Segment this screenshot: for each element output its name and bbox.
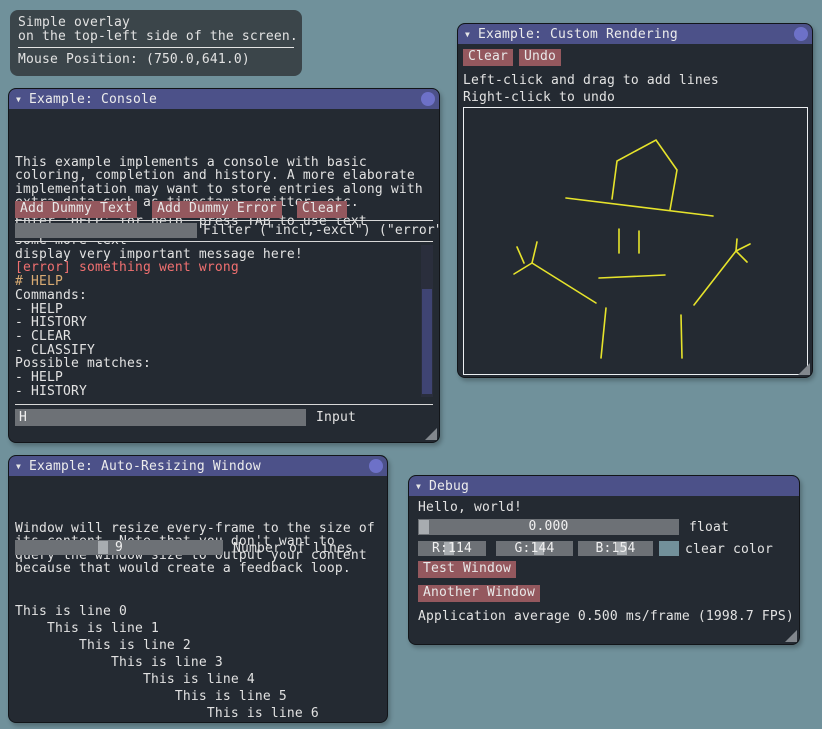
separator xyxy=(15,404,433,405)
log-line: - HISTORY xyxy=(15,316,419,330)
list-item: This is line 3 xyxy=(15,654,383,671)
log-line: - CLASSIFY xyxy=(15,344,419,358)
list-item: This is line 7 xyxy=(15,722,383,723)
list-item: This is line 0 xyxy=(15,603,383,620)
custom-rendering-window: ▼ Example: Custom Rendering Clear Undo L… xyxy=(457,23,813,378)
debug-titlebar[interactable]: ▼ Debug xyxy=(409,476,799,496)
log-line: - HISTORY xyxy=(15,385,419,399)
log-line: Commands: xyxy=(15,289,419,303)
resize-grip[interactable] xyxy=(785,630,797,642)
auto-resizing-window: ▼ Example: Auto-Resizing Window Window w… xyxy=(8,455,388,723)
scrollbar-thumb[interactable] xyxy=(422,289,432,394)
close-button[interactable] xyxy=(794,27,808,41)
log-line: [error] something went wrong xyxy=(15,261,419,275)
clear-color-label: clear color xyxy=(685,543,773,557)
clear-button[interactable]: Clear xyxy=(463,49,513,66)
float-slider[interactable]: 0.000 xyxy=(418,519,679,535)
red-slider[interactable]: R:114 xyxy=(418,541,486,556)
drawing-canvas[interactable] xyxy=(463,107,808,375)
collapse-arrow-icon[interactable]: ▼ xyxy=(16,462,21,471)
console-button-row: Add Dummy Text Add Dummy Error Clear xyxy=(15,201,354,218)
greeting-text: Hello, world! xyxy=(418,501,522,515)
mouse-position-text: Mouse Position: (750.0,641.0) xyxy=(18,53,294,67)
console-window: ▼ Example: Console This example implemen… xyxy=(8,88,440,443)
green-slider[interactable]: G:144 xyxy=(496,541,573,556)
number-of-lines-slider[interactable]: 9 xyxy=(15,540,223,555)
separator xyxy=(18,47,294,48)
console-scrollbar[interactable] xyxy=(421,245,433,397)
log-line: Possible matches: xyxy=(15,357,419,371)
another-window-button[interactable]: Another Window xyxy=(418,585,540,602)
close-button[interactable] xyxy=(421,92,435,106)
overlay-text-line: Simple overlay xyxy=(18,16,294,30)
line-list: This is line 0 This is line 1 This is li… xyxy=(15,562,383,723)
separator xyxy=(15,220,433,221)
collapse-arrow-icon[interactable]: ▼ xyxy=(465,30,470,39)
console-titlebar[interactable]: ▼ Example: Console xyxy=(9,89,439,109)
list-item: This is line 4 xyxy=(15,671,383,688)
slider-label: Number of lines xyxy=(233,542,353,556)
test-window-button[interactable]: Test Window xyxy=(418,561,516,578)
blue-slider[interactable]: B:154 xyxy=(578,541,653,556)
add-dummy-text-button[interactable]: Add Dummy Text xyxy=(15,201,137,218)
window-title: Example: Auto-Resizing Window xyxy=(29,459,261,474)
list-item: This is line 6 xyxy=(15,705,383,722)
resize-grip[interactable] xyxy=(798,363,810,375)
collapse-arrow-icon[interactable]: ▼ xyxy=(416,482,421,491)
log-line: # HELP xyxy=(15,275,419,289)
close-button[interactable] xyxy=(369,459,383,473)
log-line: - CLEAR xyxy=(15,330,419,344)
window-title: Example: Console xyxy=(29,92,157,107)
instruction-text: Right-click to undo xyxy=(463,91,615,105)
window-title: Debug xyxy=(429,479,469,494)
clear-color-swatch[interactable] xyxy=(659,541,679,556)
drawing-svg xyxy=(464,108,807,374)
filter-label: Filter ("incl,-excl") ("error" xyxy=(203,224,440,238)
auto-resizing-titlebar[interactable]: ▼ Example: Auto-Resizing Window xyxy=(9,456,387,476)
float-slider-label: float xyxy=(689,521,729,535)
debug-window: ▼ Debug Hello, world! 0.000 float R:114 … xyxy=(408,475,800,645)
stats-text: Application average 0.500 ms/frame (1998… xyxy=(418,610,794,624)
log-line: display very important message here! xyxy=(15,248,419,262)
list-item: This is line 5 xyxy=(15,688,383,705)
clear-button[interactable]: Clear xyxy=(297,201,347,218)
add-dummy-error-button[interactable]: Add Dummy Error xyxy=(152,201,282,218)
overlay-text-line: on the top-left side of the screen. xyxy=(18,30,294,44)
input-label: Input xyxy=(316,411,356,425)
simple-overlay: Simple overlay on the top-left side of t… xyxy=(10,10,302,76)
list-item: This is line 1 xyxy=(15,620,383,637)
window-title: Example: Custom Rendering xyxy=(478,27,678,42)
custom-rendering-titlebar[interactable]: ▼ Example: Custom Rendering xyxy=(458,24,812,44)
collapse-arrow-icon[interactable]: ▼ xyxy=(16,95,21,104)
filter-input[interactable] xyxy=(15,223,197,238)
list-item: This is line 2 xyxy=(15,637,383,654)
resize-grip[interactable] xyxy=(425,428,437,440)
console-input[interactable]: H xyxy=(15,409,306,426)
instruction-text: Left-click and drag to add lines xyxy=(463,74,719,88)
console-log[interactable]: some more textdisplay very important mes… xyxy=(15,242,419,400)
log-line: - HELP xyxy=(15,371,419,385)
undo-button[interactable]: Undo xyxy=(519,49,561,66)
log-line: - HELP xyxy=(15,303,419,317)
